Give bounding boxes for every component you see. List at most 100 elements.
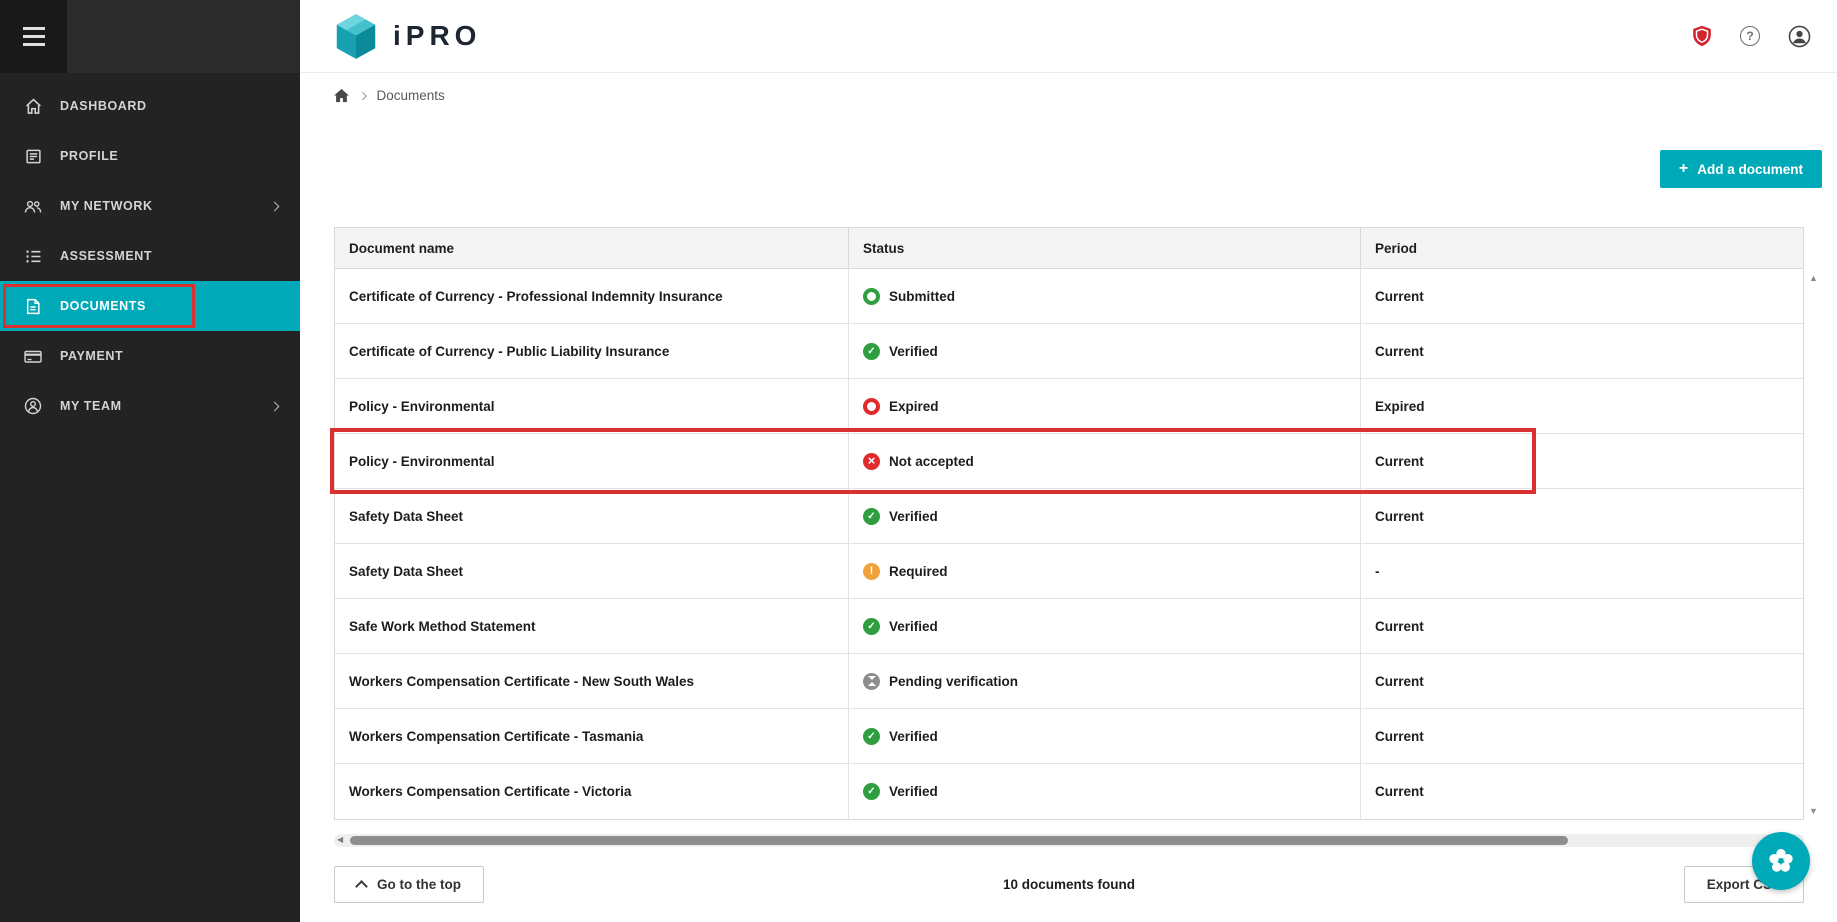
documents-table-wrap: Document name Status Period Certificate … xyxy=(330,227,1818,820)
table-vertical-scrollbar[interactable]: ▲ ▼ xyxy=(1806,269,1821,820)
profile-icon xyxy=(22,148,44,165)
scroll-left-icon[interactable]: ◀ xyxy=(337,835,343,844)
scroll-up-icon[interactable]: ▲ xyxy=(1806,273,1821,283)
scroll-down-icon[interactable]: ▼ xyxy=(1806,806,1821,816)
sidebar-nav: DASHBOARD PROFILE MY NETWORK ASSESSMENT … xyxy=(0,73,300,431)
home-icon[interactable] xyxy=(334,88,349,103)
document-name-cell: Safe Work Method Statement xyxy=(349,618,536,634)
sidebar-item-label: MY TEAM xyxy=(60,399,122,413)
period-cell: Current xyxy=(1360,489,1803,543)
status-verified-icon xyxy=(863,342,880,360)
sidebar-item-label: DASHBOARD xyxy=(60,99,147,113)
hamburger-icon xyxy=(22,35,45,38)
table-row[interactable]: Workers Compensation Certificate - Tasma… xyxy=(335,709,1803,764)
documents-table: Document name Status Period Certificate … xyxy=(334,227,1804,820)
sidebar-item-profile[interactable]: PROFILE xyxy=(0,131,300,181)
status-label: Verified xyxy=(889,508,938,524)
topbar-actions: ? xyxy=(1692,25,1811,48)
status-cell: Pending verification xyxy=(848,654,1360,708)
chevron-right-icon xyxy=(358,91,367,100)
app-root: DASHBOARD PROFILE MY NETWORK ASSESSMENT … xyxy=(0,0,1837,922)
status-cell: Submitted xyxy=(848,269,1360,323)
period-cell: Current xyxy=(1360,709,1803,763)
table-row[interactable]: Safety Data Sheet Required - xyxy=(335,544,1803,599)
status-cell: Not accepted xyxy=(848,434,1360,488)
sidebar-item-dashboard[interactable]: DASHBOARD xyxy=(0,81,300,131)
sidebar-item-label: MY NETWORK xyxy=(60,199,153,213)
document-name-cell: Policy - Environmental xyxy=(349,398,495,414)
document-name-cell: Workers Compensation Certificate - New S… xyxy=(349,673,695,689)
period-cell: - xyxy=(1360,544,1803,598)
period-cell: Current xyxy=(1360,269,1803,323)
table-row[interactable]: Safety Data Sheet Verified Current xyxy=(335,489,1803,544)
documents-icon xyxy=(22,298,44,315)
actions-row: + Add a document xyxy=(334,150,1822,188)
table-row[interactable]: Workers Compensation Certificate - New S… xyxy=(335,654,1803,709)
help-widget-button[interactable] xyxy=(1752,832,1810,890)
document-name-cell: Certificate of Currency - Public Liabili… xyxy=(349,343,670,359)
table-row-annotated[interactable]: Policy - Environmental Not accepted Curr… xyxy=(335,434,1803,489)
document-name-cell: Safety Data Sheet xyxy=(349,563,464,579)
status-not-accepted-icon xyxy=(863,452,880,470)
status-cell: Verified xyxy=(848,709,1360,763)
status-cell: Verified xyxy=(848,599,1360,653)
menu-toggle-button[interactable] xyxy=(0,0,67,73)
table-row[interactable]: Certificate of Currency - Public Liabili… xyxy=(335,324,1803,379)
sidebar-item-my-team[interactable]: MY TEAM xyxy=(0,381,300,431)
sidebar-item-payment[interactable]: PAYMENT xyxy=(0,331,300,381)
assessment-icon xyxy=(22,248,44,265)
hamburger-icon xyxy=(22,43,45,46)
period-cell: Current xyxy=(1360,324,1803,378)
status-label: Verified xyxy=(889,728,938,744)
chevron-right-icon xyxy=(269,401,280,411)
logo-cube-icon xyxy=(336,13,376,59)
shield-badge-icon[interactable] xyxy=(1692,25,1712,47)
sidebar-item-label: PAYMENT xyxy=(60,349,124,363)
status-cell: Required xyxy=(848,544,1360,598)
column-header-document-name[interactable]: Document name xyxy=(335,228,848,268)
breadcrumb-item-documents[interactable]: Documents xyxy=(377,88,445,103)
table-horizontal-scrollbar[interactable]: ◀ xyxy=(334,834,1804,847)
hamburger-icon xyxy=(22,27,45,30)
status-label: Submitted xyxy=(889,288,955,304)
app-logo: iPRO xyxy=(334,13,481,60)
table-row[interactable]: Safe Work Method Statement Verified Curr… xyxy=(335,599,1803,654)
table-row[interactable]: Policy - Environmental Expired Expired xyxy=(335,379,1803,434)
column-header-period[interactable]: Period xyxy=(1360,228,1803,268)
status-label: Pending verification xyxy=(889,673,1019,689)
horizontal-scroll-thumb[interactable] xyxy=(350,836,1568,845)
status-label: Expired xyxy=(889,398,939,414)
table-row[interactable]: Certificate of Currency - Professional I… xyxy=(335,269,1803,324)
status-cell: Verified xyxy=(848,764,1360,819)
main-area: iPRO ? Documents + Add a document Docume… xyxy=(300,0,1837,922)
period-cell: Current xyxy=(1360,599,1803,653)
sidebar-item-documents[interactable]: DOCUMENTS xyxy=(0,281,300,331)
status-cell: Expired xyxy=(848,379,1360,433)
payment-icon xyxy=(22,349,44,364)
status-label: Required xyxy=(889,563,948,579)
period-cell: Current xyxy=(1360,764,1803,819)
network-icon xyxy=(22,198,44,215)
table-row[interactable]: Workers Compensation Certificate - Victo… xyxy=(335,764,1803,819)
add-document-button[interactable]: + Add a document xyxy=(1659,150,1822,188)
documents-found-text: 10 documents found xyxy=(1002,877,1135,892)
period-cell: Expired xyxy=(1360,379,1803,433)
account-icon[interactable] xyxy=(1788,25,1811,48)
column-header-status[interactable]: Status xyxy=(848,228,1360,268)
logo-text: iPRO xyxy=(393,20,482,51)
chevron-right-icon xyxy=(269,201,280,211)
sidebar-item-label: PROFILE xyxy=(60,149,119,163)
sidebar-item-assessment[interactable]: ASSESSMENT xyxy=(0,231,300,281)
table-header-row: Document name Status Period xyxy=(335,228,1803,269)
period-cell: Current xyxy=(1360,434,1803,488)
status-label: Not accepted xyxy=(889,453,974,469)
help-icon[interactable]: ? xyxy=(1740,26,1760,46)
document-name-cell: Workers Compensation Certificate - Victo… xyxy=(349,784,632,799)
home-icon xyxy=(22,98,44,115)
status-pending-icon xyxy=(863,672,880,690)
go-to-top-button[interactable]: Go to the top xyxy=(334,866,484,903)
status-label: Verified xyxy=(889,784,938,799)
status-required-icon xyxy=(863,562,880,580)
sidebar-item-my-network[interactable]: MY NETWORK xyxy=(0,181,300,231)
team-icon xyxy=(22,397,44,415)
